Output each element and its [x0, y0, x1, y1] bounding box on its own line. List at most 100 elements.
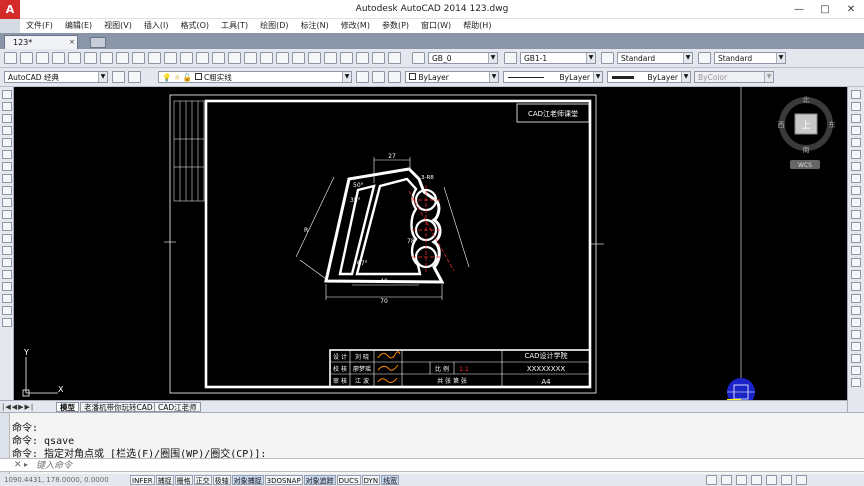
- paste-icon[interactable]: [148, 52, 161, 64]
- viewcube[interactable]: [779, 97, 833, 169]
- menu-window[interactable]: 窗口(W): [415, 19, 457, 33]
- close-icon[interactable]: ✕: [14, 460, 22, 470]
- redo-icon[interactable]: [212, 52, 225, 64]
- menu-draw[interactable]: 绘图(D): [254, 19, 294, 33]
- lineweight-toggle[interactable]: 线宽: [381, 475, 400, 485]
- grid-toggle[interactable]: 栅格: [174, 475, 193, 485]
- add-selected-icon[interactable]: [1, 318, 12, 327]
- align-icon[interactable]: [851, 306, 861, 315]
- line-icon[interactable]: [1, 90, 12, 99]
- quickcalc-icon[interactable]: [372, 52, 385, 64]
- compass-west[interactable]: 西: [778, 121, 785, 129]
- join-icon[interactable]: [851, 246, 861, 255]
- table-style-combo[interactable]: Standard ▼: [617, 52, 693, 64]
- sheet-set-icon[interactable]: [340, 52, 353, 64]
- match-properties-icon[interactable]: [164, 52, 177, 64]
- tab-layout-1[interactable]: 老潘机带你玩转CAD: [80, 402, 157, 412]
- menu-dimension[interactable]: 标注(N): [295, 19, 335, 33]
- 3dosnap-toggle[interactable]: 3DOSNAP: [264, 475, 303, 485]
- hatch-icon[interactable]: [1, 258, 12, 267]
- menu-parametric[interactable]: 参数(P): [376, 19, 415, 33]
- erase-icon[interactable]: [851, 90, 861, 99]
- new-tab-button[interactable]: [90, 37, 106, 48]
- dim-style-icon[interactable]: [504, 52, 517, 64]
- quick-view-icon[interactable]: [721, 475, 732, 485]
- tab-layout-2[interactable]: CAD江老师: [154, 402, 201, 412]
- polar-toggle[interactable]: 极轴: [212, 475, 231, 485]
- make-layer-current-icon[interactable]: [356, 71, 369, 83]
- mtext-icon[interactable]: [1, 306, 12, 315]
- fillet-icon[interactable]: [851, 270, 861, 279]
- menu-help[interactable]: 帮助(H): [457, 19, 497, 33]
- arc-icon[interactable]: [1, 150, 12, 159]
- wcs-menu[interactable]: WCS: [798, 162, 812, 169]
- tool-palettes-icon[interactable]: [324, 52, 337, 64]
- coordinates-readout[interactable]: 1090.4431, 178.0000, 0.0000: [4, 474, 109, 486]
- revision-cloud-icon[interactable]: [1, 174, 12, 183]
- circle-icon[interactable]: [1, 162, 12, 171]
- publish-3d-icon[interactable]: [100, 52, 113, 64]
- menu-file[interactable]: 文件(F): [20, 19, 59, 33]
- mirror-icon[interactable]: [851, 114, 861, 123]
- break-icon[interactable]: [851, 234, 861, 243]
- menu-tools[interactable]: 工具(T): [215, 19, 254, 33]
- plotstyle-combo[interactable]: ByColor ▼: [694, 71, 774, 83]
- ellipse-arc-icon[interactable]: [1, 210, 12, 219]
- color-combo[interactable]: ByLayer ▼: [405, 71, 499, 83]
- compass-east[interactable]: 东: [829, 120, 836, 129]
- blend-curves-icon[interactable]: [851, 282, 861, 291]
- explode-icon[interactable]: [851, 294, 861, 303]
- draworder-icon[interactable]: [851, 342, 861, 351]
- close-button[interactable]: ✕: [838, 0, 864, 19]
- lock-icon[interactable]: [766, 475, 777, 485]
- array-icon[interactable]: [851, 138, 861, 147]
- table-style-icon[interactable]: [601, 52, 614, 64]
- dyn-toggle[interactable]: DYN: [361, 475, 381, 485]
- copy-object-icon[interactable]: [851, 102, 861, 111]
- viewcube-face[interactable]: 上: [801, 120, 810, 131]
- snap-toggle[interactable]: 捕捉: [155, 475, 174, 485]
- lengthen-icon[interactable]: [851, 318, 861, 327]
- markup-icon[interactable]: [356, 52, 369, 64]
- ortho-toggle[interactable]: 正交: [193, 475, 212, 485]
- table-icon[interactable]: [1, 294, 12, 303]
- isolate-objects-icon[interactable]: [781, 475, 792, 485]
- make-block-icon[interactable]: [1, 234, 12, 243]
- infer-toggle[interactable]: INFER: [130, 475, 155, 485]
- tab-model[interactable]: 模型: [56, 402, 79, 412]
- properties-icon[interactable]: [292, 52, 305, 64]
- drawing-canvas[interactable]: CAD江老师课堂 27 40 70 R 50° 35° 67° 78° 3-R8…: [14, 87, 847, 400]
- point-icon[interactable]: [1, 246, 12, 255]
- multileader-style-combo[interactable]: Standard ▼: [714, 52, 786, 64]
- list-icon[interactable]: [851, 366, 861, 375]
- menu-insert[interactable]: 插入(I): [138, 19, 175, 33]
- publish-icon[interactable]: [84, 52, 97, 64]
- multileader-style-icon[interactable]: [698, 52, 711, 64]
- command-input[interactable]: [36, 459, 736, 472]
- workspace-settings-icon[interactable]: [112, 71, 125, 83]
- help-icon[interactable]: [388, 52, 401, 64]
- block-editor-icon[interactable]: [180, 52, 193, 64]
- pan-icon[interactable]: [228, 52, 241, 64]
- new-icon[interactable]: [4, 52, 17, 64]
- move-icon[interactable]: [851, 150, 861, 159]
- osnap-toggle[interactable]: 对象捕捉: [231, 475, 264, 485]
- polyline-icon[interactable]: [1, 114, 12, 123]
- measure-icon[interactable]: [851, 354, 861, 363]
- copy-icon[interactable]: [132, 52, 145, 64]
- offset-icon[interactable]: [851, 126, 861, 135]
- construction-line-icon[interactable]: [1, 102, 12, 111]
- rotate-icon[interactable]: [851, 162, 861, 171]
- annotation-scale-icon[interactable]: [736, 475, 747, 485]
- save-icon[interactable]: [36, 52, 49, 64]
- menu-format[interactable]: 格式(O): [174, 19, 215, 33]
- menu-view[interactable]: 视图(V): [98, 19, 138, 33]
- stretch-icon[interactable]: [851, 186, 861, 195]
- zoom-realtime-icon[interactable]: [244, 52, 257, 64]
- app-menu-button[interactable]: A: [0, 0, 20, 19]
- zoom-previous-icon[interactable]: [276, 52, 289, 64]
- extend-icon[interactable]: [851, 210, 861, 219]
- chamfer-icon[interactable]: [851, 258, 861, 267]
- workspace-switch-icon[interactable]: [751, 475, 762, 485]
- layer-states-icon[interactable]: [388, 71, 401, 83]
